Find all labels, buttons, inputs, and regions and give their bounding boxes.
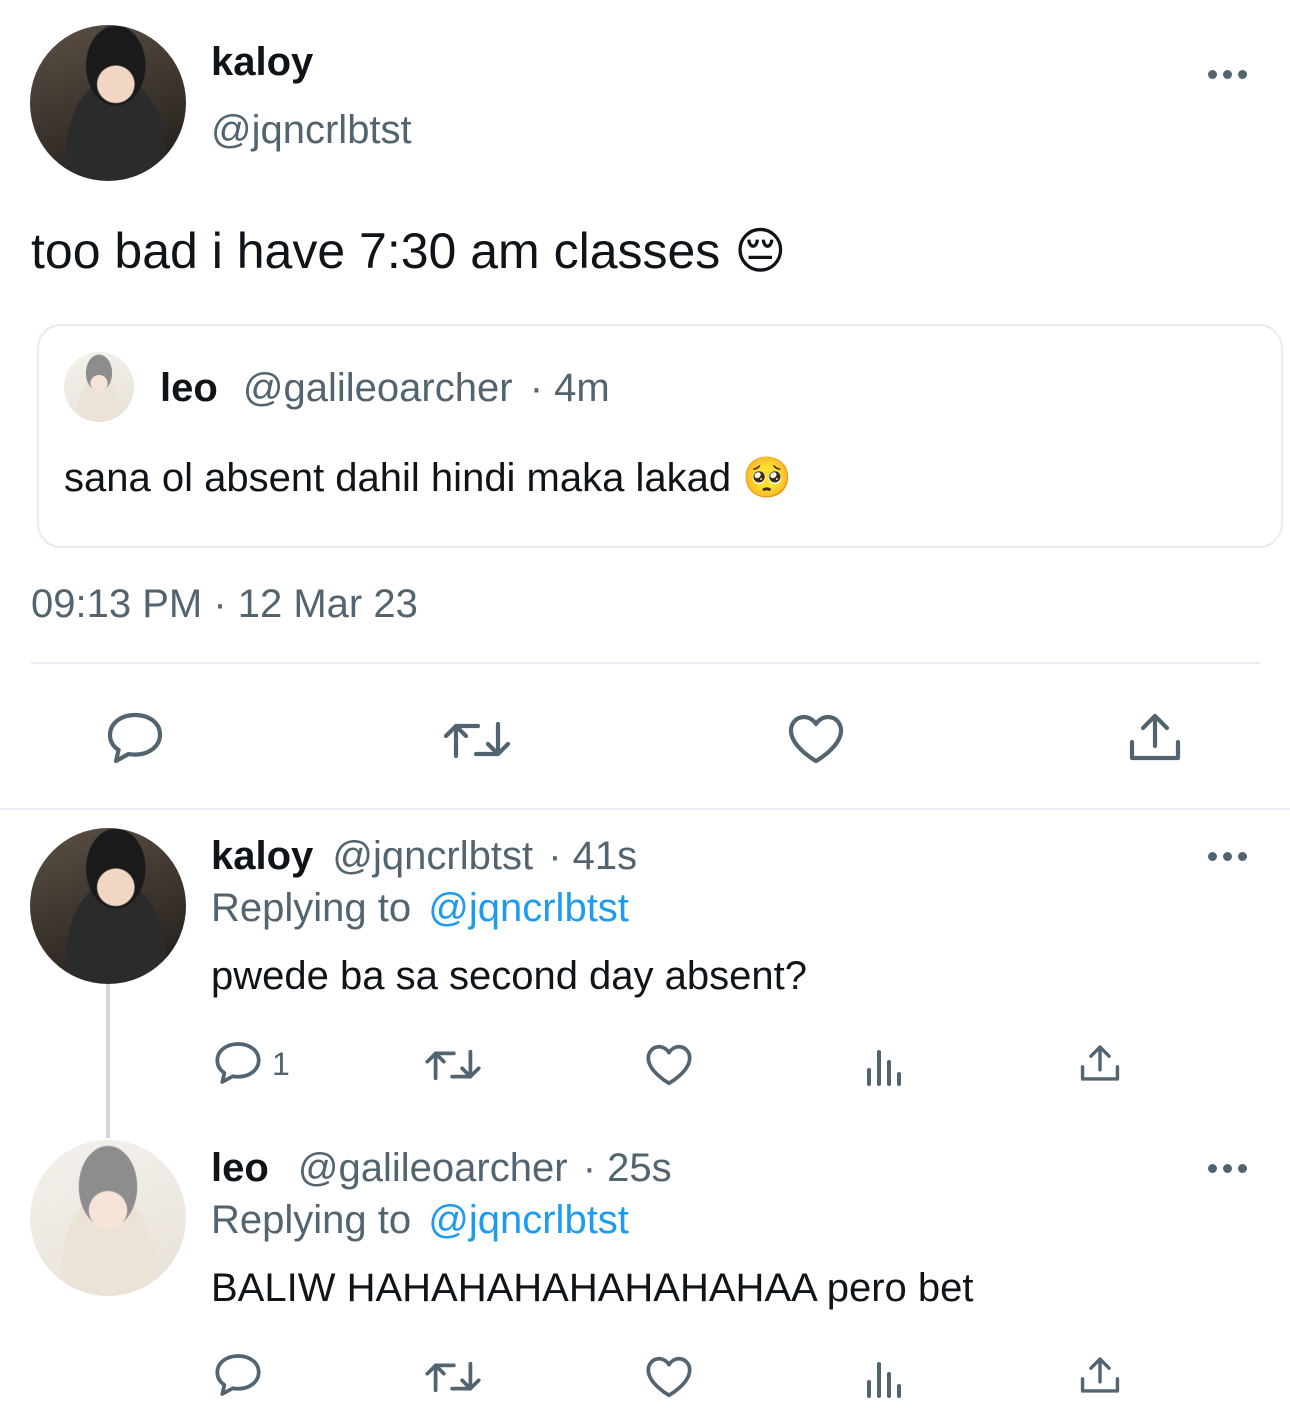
tweet-text: too bad i have 7:30 am classes 😔	[31, 223, 787, 279]
replying-to-link[interactable]: @jqncrlbtst	[428, 1198, 629, 1242]
reply-header: leo @galileoarcher · 25s	[211, 1146, 672, 1191]
share-icon[interactable]	[1078, 1354, 1122, 1396]
quoted-tweet-text: sana ol absent dahil hindi maka lakad 🥺	[64, 456, 793, 500]
reply-icon[interactable]	[214, 1352, 262, 1398]
reply-display-name[interactable]: leo	[211, 1146, 269, 1190]
reply-icon[interactable]	[106, 711, 164, 765]
quoted-handle: @galileoarcher	[242, 366, 513, 410]
like-icon[interactable]	[645, 1043, 693, 1087]
divider	[0, 808, 1290, 810]
reply-count: 1	[272, 1046, 290, 1082]
replying-to-label: Replying to	[211, 886, 412, 930]
more-icon[interactable]	[1208, 850, 1248, 862]
reply-time[interactable]: · 41s	[548, 834, 637, 878]
replying-to: Replying to @jqncrlbtst	[211, 1198, 629, 1243]
quoted-display-name: leo	[160, 366, 218, 410]
avatar[interactable]	[30, 1140, 186, 1296]
share-icon[interactable]	[1078, 1042, 1122, 1084]
retweet-icon[interactable]	[442, 716, 512, 764]
thread-line	[106, 984, 110, 1138]
avatar[interactable]	[30, 828, 186, 984]
reply-handle[interactable]: @jqncrlbtst	[332, 834, 533, 878]
share-icon[interactable]	[1126, 710, 1184, 764]
author-display-name[interactable]: kaloy	[211, 40, 313, 85]
author-handle[interactable]: @jqncrlbtst	[211, 108, 412, 153]
quoted-time: · 4m	[529, 366, 610, 410]
quoted-tweet-card[interactable]	[37, 324, 1283, 548]
reply-text: BALIW HAHAHAHAHAHAHAHAA pero bet	[211, 1266, 974, 1310]
reply-handle[interactable]: @galileoarcher	[298, 1146, 568, 1190]
avatar	[64, 352, 134, 422]
views-icon[interactable]	[864, 1356, 906, 1398]
reply-time[interactable]: · 25s	[583, 1146, 672, 1190]
reply-header: kaloy @jqncrlbtst · 41s	[211, 834, 637, 879]
reply-icon[interactable]	[214, 1040, 262, 1086]
tweet-timestamp[interactable]: 09:13 PM · 12 Mar 23	[31, 582, 418, 627]
retweet-icon[interactable]	[424, 1357, 482, 1397]
replying-to: Replying to @jqncrlbtst	[211, 886, 629, 931]
like-icon[interactable]	[787, 713, 845, 765]
views-icon[interactable]	[864, 1044, 906, 1086]
divider	[31, 662, 1260, 664]
replying-to-link[interactable]: @jqncrlbtst	[428, 886, 629, 930]
more-icon[interactable]	[1208, 1162, 1248, 1174]
more-icon[interactable]	[1208, 68, 1248, 80]
avatar[interactable]	[30, 25, 186, 181]
replying-to-label: Replying to	[211, 1198, 412, 1242]
reply-text: pwede ba sa second day absent?	[211, 954, 807, 998]
reply-display-name[interactable]: kaloy	[211, 834, 313, 878]
quoted-tweet-header: leo @galileoarcher · 4m	[160, 366, 610, 411]
retweet-icon[interactable]	[424, 1045, 482, 1085]
like-icon[interactable]	[645, 1355, 693, 1399]
